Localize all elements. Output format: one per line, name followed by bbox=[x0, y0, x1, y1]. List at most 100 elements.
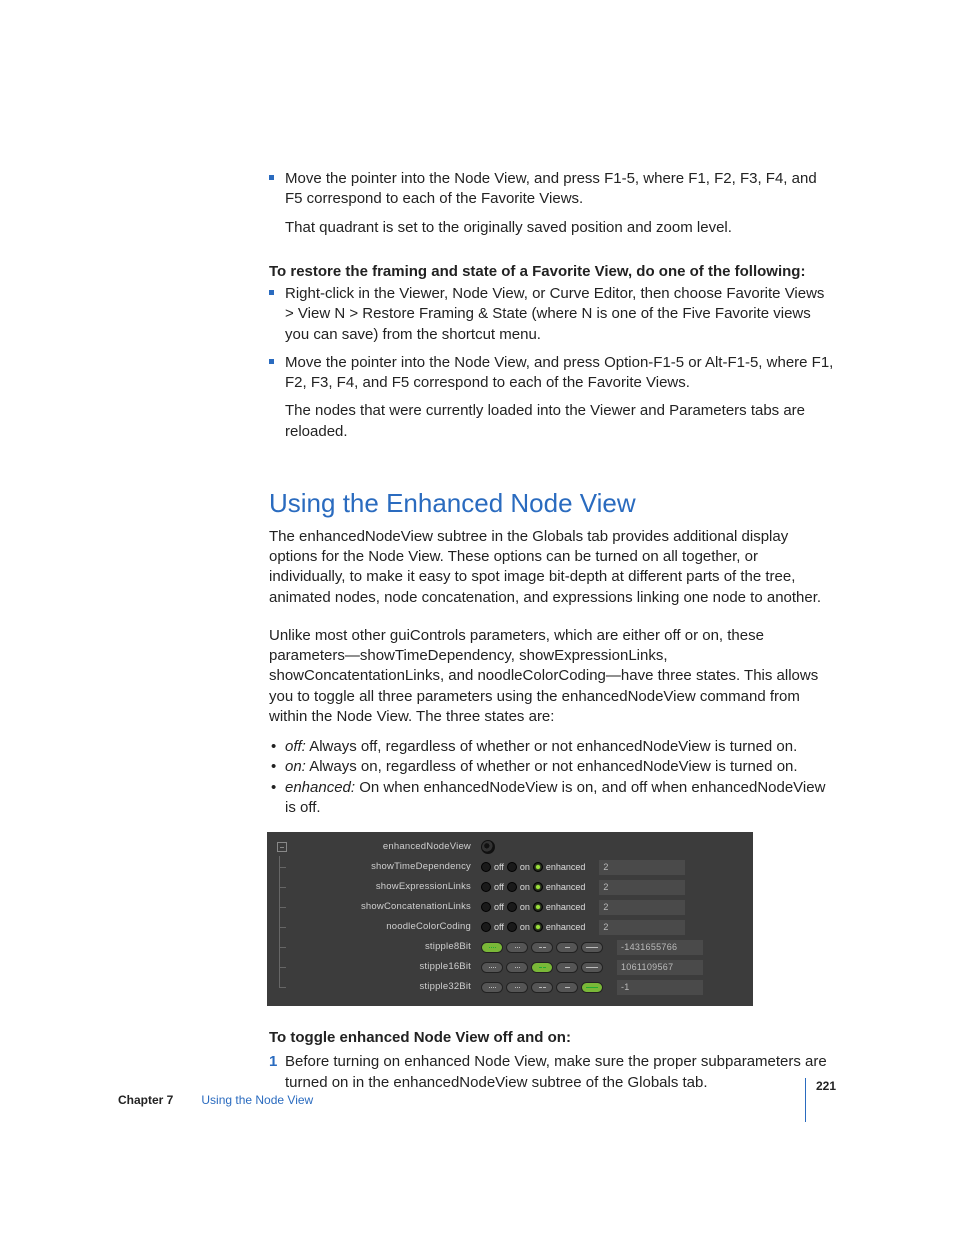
state-item-off: • off: Always off, regardless of whether… bbox=[269, 737, 836, 757]
param-label: showExpressionLinks bbox=[289, 881, 481, 894]
stipple-option[interactable] bbox=[531, 942, 553, 953]
tree-collapse-icon[interactable] bbox=[275, 842, 289, 852]
radio-on[interactable] bbox=[507, 902, 517, 912]
param-row-showconcatenationlinks: showConcatenationLinks off on enhanced 2 bbox=[275, 898, 745, 916]
page-footer: Chapter 7 Using the Node View 221 bbox=[118, 1078, 836, 1122]
bullet-item: Move the pointer into the Node View, and… bbox=[269, 353, 836, 394]
radio-off[interactable] bbox=[481, 922, 491, 932]
radio-on[interactable] bbox=[507, 862, 517, 872]
stipple-option[interactable] bbox=[506, 982, 528, 993]
body-text: That quadrant is set to the originally s… bbox=[269, 218, 836, 238]
stipple-option[interactable] bbox=[481, 982, 503, 993]
radio-on[interactable] bbox=[507, 882, 517, 892]
bullet-dot: • bbox=[271, 737, 276, 757]
bullet-item: Right-click in the Viewer, Node View, or… bbox=[269, 284, 836, 345]
body-text: Unlike most other guiControls parameters… bbox=[269, 626, 836, 727]
state-text: On when enhancedNodeView is on, and off … bbox=[285, 779, 825, 816]
value-field[interactable]: 2 bbox=[599, 900, 685, 915]
value-field[interactable]: -1431655766 bbox=[617, 940, 703, 955]
body-text: Right-click in the Viewer, Node View, or… bbox=[285, 285, 824, 343]
param-label: stipple8Bit bbox=[289, 941, 481, 954]
step-number: 1 bbox=[269, 1052, 285, 1072]
radio-label: off bbox=[494, 881, 504, 893]
stipple-option[interactable] bbox=[556, 962, 578, 973]
state-item-enhanced: • enhanced: On when enhancedNodeView is … bbox=[269, 778, 836, 819]
radio-enhanced[interactable] bbox=[533, 862, 543, 872]
value-field[interactable]: -1 bbox=[617, 980, 703, 995]
radio-label: off bbox=[494, 861, 504, 873]
radio-enhanced[interactable] bbox=[533, 902, 543, 912]
stipple-option[interactable] bbox=[481, 942, 503, 953]
state-text: Always on, regardless of whether or not … bbox=[306, 758, 798, 775]
state-label: on: bbox=[285, 758, 306, 775]
param-row-showexpressionlinks: showExpressionLinks off on enhanced 2 bbox=[275, 878, 745, 896]
radio-off[interactable] bbox=[481, 882, 491, 892]
param-label: stipple16Bit bbox=[289, 961, 481, 974]
stipple-option[interactable] bbox=[556, 982, 578, 993]
chapter-name: Using the Node View bbox=[201, 1092, 313, 1108]
subheading: To restore the framing and state of a Fa… bbox=[269, 262, 836, 282]
stipple-option[interactable] bbox=[581, 962, 603, 973]
section-heading: Using the Enhanced Node View bbox=[269, 486, 836, 521]
param-label: stipple32Bit bbox=[289, 981, 481, 994]
body-text: Move the pointer into the Node View, and… bbox=[285, 170, 817, 207]
radio-off[interactable] bbox=[481, 862, 491, 872]
enhanced-nodeview-panel: enhancedNodeView showTimeDependency off … bbox=[267, 832, 753, 1006]
radio-group: off on enhanced bbox=[481, 901, 585, 913]
state-label: off: bbox=[285, 738, 306, 755]
value-field[interactable]: 2 bbox=[599, 920, 685, 935]
param-row-stipple16bit: stipple16Bit 1061109567 bbox=[275, 958, 745, 976]
radio-label: on bbox=[520, 881, 530, 893]
radio-label: on bbox=[520, 901, 530, 913]
radio-on[interactable] bbox=[507, 922, 517, 932]
stipple-option[interactable] bbox=[481, 962, 503, 973]
radio-enhanced[interactable] bbox=[533, 922, 543, 932]
value-field[interactable]: 2 bbox=[599, 860, 685, 875]
value-field[interactable]: 2 bbox=[599, 880, 685, 895]
reset-icon[interactable] bbox=[481, 840, 495, 854]
radio-label: on bbox=[520, 921, 530, 933]
state-item-on: • on: Always on, regardless of whether o… bbox=[269, 757, 836, 777]
subheading: To toggle enhanced Node View off and on: bbox=[269, 1028, 836, 1048]
stipple-group bbox=[481, 982, 603, 993]
stipple-group bbox=[481, 962, 603, 973]
value-field[interactable]: 1061109567 bbox=[617, 960, 703, 975]
stipple-option[interactable] bbox=[581, 942, 603, 953]
stipple-option[interactable] bbox=[581, 982, 603, 993]
stipple-option[interactable] bbox=[556, 942, 578, 953]
bullet-item: Move the pointer into the Node View, and… bbox=[269, 169, 836, 210]
radio-group: off on enhanced bbox=[481, 881, 585, 893]
radio-label: enhanced bbox=[546, 881, 586, 893]
page-number: 221 bbox=[816, 1078, 836, 1094]
radio-label: off bbox=[494, 921, 504, 933]
bullet-dot: • bbox=[271, 778, 276, 798]
radio-label: enhanced bbox=[546, 921, 586, 933]
param-label: showTimeDependency bbox=[289, 861, 481, 874]
param-row-showtimedependency: showTimeDependency off on enhanced 2 bbox=[275, 858, 745, 876]
stipple-option[interactable] bbox=[531, 982, 553, 993]
radio-enhanced[interactable] bbox=[533, 882, 543, 892]
param-row-stipple8bit: stipple8Bit -1431655766 bbox=[275, 938, 745, 956]
param-label: showConcatenationLinks bbox=[289, 901, 481, 914]
state-label: enhanced: bbox=[285, 779, 355, 796]
radio-label: off bbox=[494, 901, 504, 913]
chapter-label: Chapter 7 bbox=[118, 1092, 173, 1108]
stipple-option[interactable] bbox=[506, 942, 528, 953]
footer-divider bbox=[805, 1078, 806, 1122]
stipple-option[interactable] bbox=[506, 962, 528, 973]
stipple-option[interactable] bbox=[531, 962, 553, 973]
radio-group: off on enhanced bbox=[481, 861, 585, 873]
panel-group-label: enhancedNodeView bbox=[289, 841, 481, 854]
param-label: noodleColorCoding bbox=[289, 921, 481, 934]
radio-group: off on enhanced bbox=[481, 921, 585, 933]
stipple-group bbox=[481, 942, 603, 953]
radio-label: enhanced bbox=[546, 861, 586, 873]
radio-label: on bbox=[520, 861, 530, 873]
radio-off[interactable] bbox=[481, 902, 491, 912]
body-text: The enhancedNodeView subtree in the Glob… bbox=[269, 527, 836, 608]
state-text: Always off, regardless of whether or not… bbox=[306, 738, 797, 755]
bullet-dot: • bbox=[271, 757, 276, 777]
param-row-stipple32bit: stipple32Bit -1 bbox=[275, 978, 745, 996]
document-page: Move the pointer into the Node View, and… bbox=[0, 0, 954, 1235]
body-text: Move the pointer into the Node View, and… bbox=[285, 354, 833, 391]
